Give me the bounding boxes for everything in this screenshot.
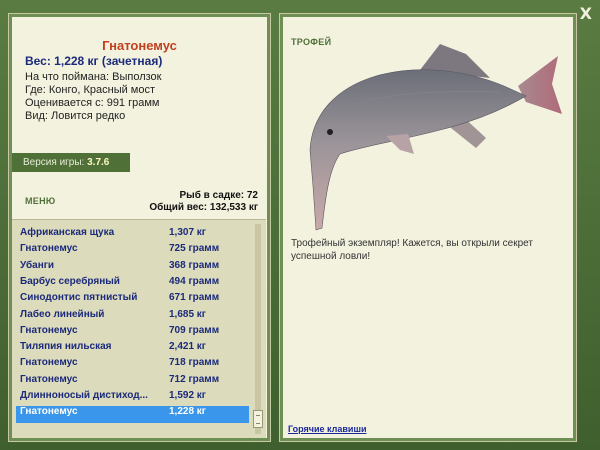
fish-list-name: Синодонтис пятнистый [20,292,138,304]
fish-list-name: Барбус серебряный [20,275,120,287]
fish-list-weight: 368 грамм [169,259,220,271]
fish-list-weight: 2,421 кг [169,341,206,353]
scrollbar-thumb[interactable] [253,410,263,428]
version-badge: Версия игры: 3.7.6 [12,153,130,172]
catch-panel: Гнатонемус Вес: 1,228 кг (зачетная) На ч… [8,13,271,442]
fish-list-name: Убанги [20,259,55,271]
total-weight: Общий вес: 132,533 кг [149,202,258,213]
bait-info: На что поймана: Выползок [25,71,162,83]
list-item[interactable]: Африканская щука 1,307 кг [16,227,249,244]
fish-list-name: Гнатонемус [20,373,78,385]
fish-list-weight: 1,685 кг [169,308,206,320]
list-item[interactable]: Гнатонемус 718 грамм [16,357,249,374]
fish-list-weight: 1,307 кг [169,227,206,238]
list-item[interactable]: Барбус серебряный 494 грамм [16,276,249,293]
fish-list-name: Длинноносый дистиход... [20,390,148,401]
list-item[interactable]: Лабео линейный 1,685 кг [16,309,249,326]
place-info: Где: Конго, Красный мост [25,84,156,96]
fish-list-name: Гнатонемус [20,324,78,336]
fish-list-weight: 718 грамм [169,357,220,369]
trophy-panel: ТРОФЕЙ Трофейный экземпляр! Кажется, вы … [279,13,577,442]
fish-name: Гнатонемус [102,38,177,53]
version-number: 3.7.6 [87,157,110,168]
list-item[interactable]: Тиляпия нильская 2,421 кг [16,341,249,358]
list-item[interactable]: Гнатонемус 709 грамм [16,325,249,342]
list-scrollbar[interactable] [252,224,264,434]
fish-list-name: Гнатонемус [20,357,78,369]
fish-count: Рыб в садке: 72 [179,190,258,201]
fish-list-name: Лабео линейный [20,308,105,320]
kind-info: Вид: Ловится редко [25,110,126,122]
list-item[interactable]: Гнатонемус 725 грамм [16,243,249,260]
fish-list-weight: 1,592 кг [169,390,206,401]
version-label: Версия игры: [23,157,85,168]
list-item[interactable]: Синодонтис пятнистый 671 грамм [16,292,249,309]
value-info: Оценивается с: 991 грамм [25,97,160,109]
list-item[interactable]: Убанги 368 грамм [16,260,249,277]
list-item[interactable]: Длинноносый дистиход... 1,592 кг [16,390,249,407]
fish-list: Африканская щука 1,307 кг Гнатонемус 725 гр… [12,219,266,438]
fish-list-weight: 709 грамм [169,324,220,336]
fish-weight: Вес: 1,228 кг (зачетная) [25,54,163,68]
fish-list-name: Гнатонемус [20,243,78,255]
list-item[interactable]: Гнатонемус 712 грамм [16,374,249,391]
fish-list-weight: 494 грамм [169,275,220,287]
fish-list-weight: 671 грамм [169,292,220,304]
fish-list-weight: 1,228 кг [169,406,206,418]
fish-illustration [309,44,562,231]
fish-list-name: Тиляпия нильская [20,341,112,353]
trophy-description: Трофейный экземпляр! Кажется, вы открыли… [291,238,533,262]
menu-button[interactable]: МЕНЮ [25,196,55,206]
list-item[interactable]: Гнатонемус 1,228 кг [16,406,249,424]
fish-list-name: Африканская щука [20,227,115,238]
fish-list-weight: 725 грамм [169,243,220,255]
catch-stats: Рыб в садке: 72 Общий вес: 132,533 кг [149,190,258,214]
trophy-label: ТРОФЕЙ [291,37,332,47]
scrollbar-track[interactable] [255,224,261,434]
close-icon[interactable]: X [580,4,592,23]
fish-list-name: Гнатонемус [20,406,78,418]
hotkeys-link[interactable]: Горячие клавиши [288,424,366,434]
fish-list-weight: 712 грамм [169,373,220,385]
